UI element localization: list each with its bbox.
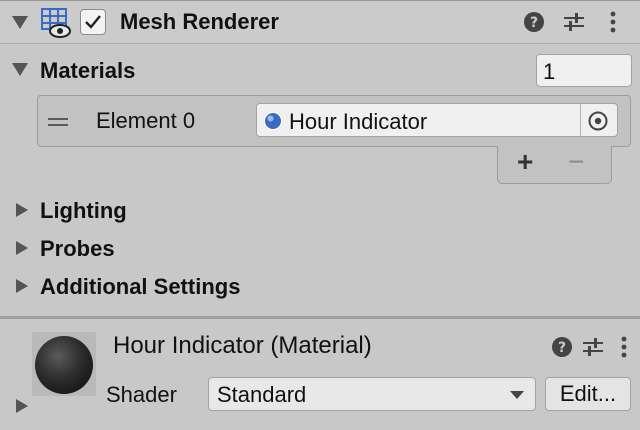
object-field-divider [580,104,581,136]
svg-text:?: ? [530,15,538,31]
material-title: Hour Indicator (Material) [113,332,372,359]
material-preview-thumbnail [32,332,96,396]
enabled-checkbox[interactable] [80,9,106,35]
add-element-button[interactable]: + [517,146,533,178]
dropdown-arrow-icon [510,391,524,399]
section-additional-settings[interactable]: Additional Settings [40,274,240,300]
svg-text:?: ? [558,340,566,356]
foldout-arrow-additional-settings[interactable] [16,279,28,293]
component-title: Mesh Renderer [120,9,279,34]
material-kebab-menu-icon[interactable] [616,334,632,360]
list-footer [497,146,612,184]
foldout-arrow-materials[interactable] [12,63,28,76]
material-help-icon[interactable]: ? [550,335,574,359]
remove-element-button[interactable]: − [568,146,584,178]
help-icon[interactable]: ? [522,10,546,34]
object-picker-icon[interactable] [587,110,609,132]
foldout-arrow-probes[interactable] [16,241,28,255]
kebab-menu-icon[interactable] [605,9,621,35]
checkmark-icon [85,15,101,29]
shader-value: Standard [217,382,307,407]
material-dot-icon [264,112,282,130]
shader-dropdown[interactable]: Standard [208,377,536,411]
material-preset-icon[interactable] [580,335,606,359]
foldout-arrow-mesh-renderer[interactable] [12,16,28,29]
material-object-value: Hour Indicator [289,109,428,134]
shader-label: Shader [106,382,177,407]
materials-label: Materials [40,58,136,83]
element-0-label: Element 0 [96,108,196,133]
foldout-arrow-lighting[interactable] [16,203,28,217]
materials-size-field[interactable]: 1 [536,54,632,87]
edit-shader-button[interactable]: Edit... [545,377,631,411]
preset-icon[interactable] [561,10,587,34]
foldout-arrow-material[interactable] [16,399,28,413]
section-lighting[interactable]: Lighting [40,198,127,224]
material-object-field[interactable]: Hour Indicator [256,103,618,137]
mesh-renderer-icon [40,8,74,38]
drag-handle-icon[interactable] [47,113,69,126]
section-probes[interactable]: Probes [40,236,115,262]
